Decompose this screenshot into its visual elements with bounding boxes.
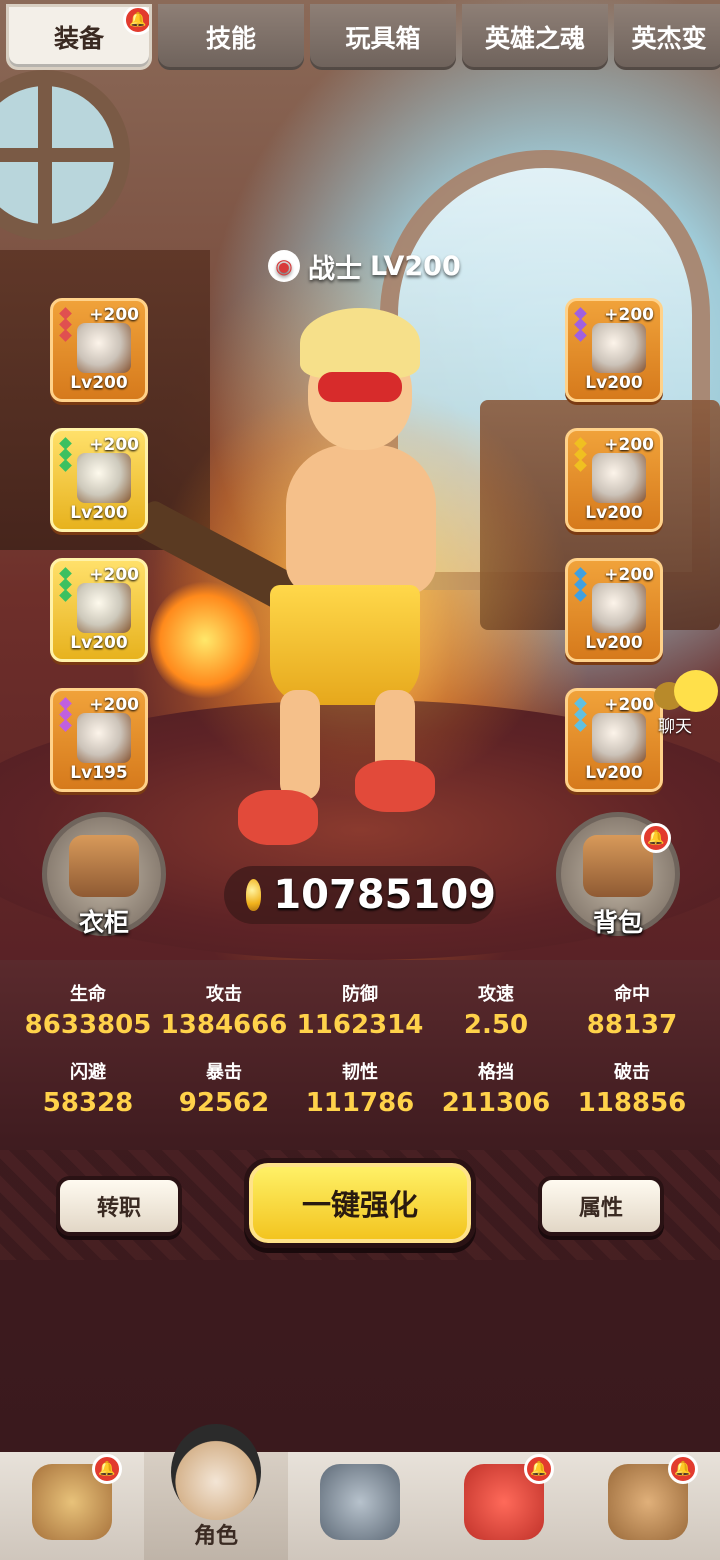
ring-item-icon — [77, 713, 131, 763]
gem-icon — [59, 589, 72, 602]
equip-slot-right-4[interactable]: +200 Lv200 — [565, 688, 663, 792]
vest-icon — [69, 835, 139, 897]
stat-attack: 攻击 1384666 — [160, 984, 288, 1040]
smiley-icon — [674, 670, 718, 712]
fire-effect — [150, 580, 260, 700]
character-shoe — [355, 760, 435, 812]
stat-dodge: 闪避 58328 — [42, 1062, 134, 1118]
gem-icon — [574, 589, 587, 602]
gold-counter: 10785109 — [224, 866, 496, 924]
gold-ingot-icon — [246, 879, 262, 911]
equip-slot-left-1[interactable]: +200 Lv200 — [50, 298, 148, 402]
character-mask — [318, 372, 402, 402]
stat-block: 格挡 211306 — [441, 1062, 551, 1118]
necklace-item-icon — [77, 453, 131, 503]
stat-toughness: 韧性 111786 — [305, 1062, 415, 1118]
character-mask-icon — [171, 1424, 261, 1520]
tab-hero-soul[interactable]: 英雄之魂 — [462, 4, 608, 70]
stat-attack-speed: 攻速 2.50 — [463, 984, 529, 1040]
helmet-item-icon — [77, 323, 131, 373]
gauntlet-item-icon — [77, 583, 131, 633]
chat-button[interactable]: 聊天 — [654, 670, 720, 740]
gem-icon — [574, 459, 587, 472]
top-tabs: 装备 🔔 技能 玩具箱 英雄之魂 英杰变 — [0, 0, 720, 76]
bottom-nav: 🔔 角色 🔔 🔔 — [0, 1424, 720, 1560]
tab-hero-transform[interactable]: 英杰变 — [614, 4, 720, 70]
nav-weapons[interactable] — [288, 1452, 432, 1560]
character-hair — [300, 308, 420, 378]
nav-hero[interactable]: 🔔 — [0, 1452, 144, 1560]
weapon-shield-icon — [320, 1464, 400, 1540]
amulet-item-icon — [592, 713, 646, 763]
armor-item-icon — [592, 453, 646, 503]
gem-icon — [59, 329, 72, 342]
equip-slot-right-1[interactable]: +200 Lv200 — [565, 298, 663, 402]
equip-slot-right-3[interactable]: +200 Lv200 — [565, 558, 663, 662]
notification-bell-icon: 🔔 — [524, 1454, 554, 1484]
hero-title: ◉ 战士 LV200 — [268, 248, 461, 285]
equip-slot-left-3[interactable]: +200 Lv200 — [50, 558, 148, 662]
stat-defense: 防御 1162314 — [296, 984, 424, 1040]
warrior-class-icon: ◉ — [268, 250, 300, 282]
attributes-button[interactable]: 属性 — [538, 1176, 664, 1236]
stat-hp: 生命 8633805 — [24, 984, 152, 1040]
hero-class: 战士 — [308, 253, 362, 285]
equip-slot-right-2[interactable]: +200 Lv200 — [565, 428, 663, 532]
notification-bell-icon: 🔔 — [668, 1454, 698, 1484]
gem-icon — [59, 719, 72, 732]
round-window — [0, 70, 130, 240]
enhance-all-button[interactable]: 一键强化 — [244, 1158, 476, 1248]
nav-guild[interactable]: 🔔 — [576, 1452, 720, 1560]
hero-level: LV200 — [370, 250, 461, 282]
character-shoe — [238, 790, 318, 845]
stat-armor-break: 破击 118856 — [577, 1062, 687, 1118]
character-leg — [280, 690, 320, 800]
tab-toybox[interactable]: 玩具箱 — [310, 4, 456, 70]
job-change-button[interactable]: 转职 — [56, 1176, 182, 1236]
character-body[interactable] — [286, 445, 436, 595]
equip-slot-left-2[interactable]: +200 Lv200 — [50, 428, 148, 532]
wardrobe-button[interactable]: 衣柜 — [42, 812, 166, 937]
gem-icon — [574, 329, 587, 342]
stats-grid: 生命 8633805 攻击 1384666 防御 1162314 攻速 2.50 命中 8… — [20, 980, 700, 1118]
nav-character[interactable]: 角色 — [144, 1424, 288, 1560]
notification-bell-icon: 🔔 — [92, 1454, 122, 1484]
equip-slot-left-4[interactable]: +200 Lv195 — [50, 688, 148, 792]
nav-pets[interactable]: 🔔 — [432, 1452, 576, 1560]
notification-bell-icon: 🔔 — [641, 823, 671, 853]
stat-crit: 暴击 92562 — [178, 1062, 270, 1118]
gem-icon — [574, 719, 587, 732]
tab-equipment[interactable]: 装备 🔔 — [6, 4, 152, 70]
stat-hit: 命中 88137 — [586, 984, 678, 1040]
weapon-item-icon — [592, 323, 646, 373]
tab-skills[interactable]: 技能 — [158, 4, 304, 70]
gem-icon — [59, 459, 72, 472]
backpack-button[interactable]: 背包 🔔 — [556, 812, 680, 937]
boots-item-icon — [592, 583, 646, 633]
notification-bell-icon: 🔔 — [123, 7, 149, 35]
character-shorts — [270, 585, 420, 705]
